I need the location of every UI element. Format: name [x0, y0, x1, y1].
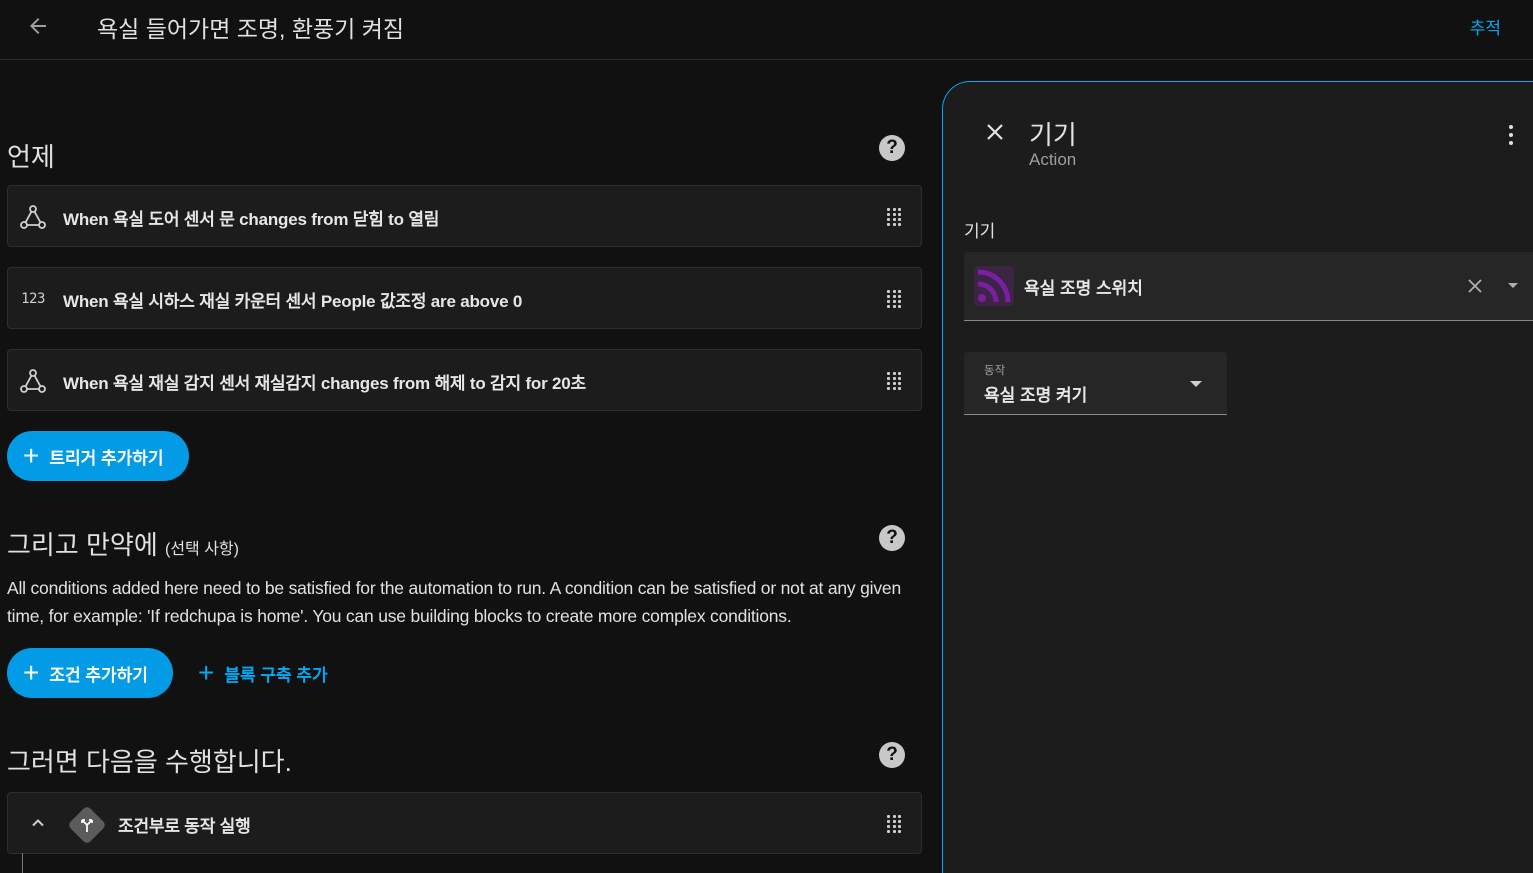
device-picker[interactable]: 욕실 조명 스위치 [964, 252, 1533, 321]
action-field-value: 욕실 조명 켜기 [984, 386, 1088, 405]
add-building-block-button[interactable]: + 블록 구축 추가 [198, 648, 328, 698]
triggers-help-icon[interactable]: ? [879, 135, 905, 161]
drag-handle-icon[interactable] [887, 208, 901, 226]
trigger-card[interactable]: When 욕실 도어 센서 문 changes from 닫힘 to 열림 [7, 185, 922, 247]
drag-handle-icon[interactable] [887, 815, 901, 833]
optional-label: (선택 사항) [164, 541, 239, 558]
top-app-bar: 욕실 들어가면 조명, 환풍기 켜짐 추적 [0, 0, 1533, 60]
state-trigger-icon [19, 203, 47, 231]
device-section-label: 기기 [964, 222, 996, 241]
trigger-label: When 욕실 재실 감지 센서 재실감지 changes from 해제 to… [63, 374, 586, 393]
trigger-label: When 욕실 도어 센서 문 changes from 닫힘 to 열림 [63, 210, 440, 229]
dropdown-arrow-icon[interactable] [1508, 283, 1518, 288]
action-side-panel: 기기 Action 기기 욕실 조명 스위치 동작 욕실 조명 켜기 [942, 81, 1533, 873]
back-arrow-icon[interactable] [22, 10, 54, 42]
trigger-card[interactable]: When 욕실 재실 감지 센서 재실감지 changes from 해제 to… [7, 349, 922, 411]
drag-handle-icon[interactable] [887, 290, 901, 308]
action-label: 조건부로 동작 실행 [118, 817, 251, 836]
actions-help-icon[interactable]: ? [879, 742, 905, 768]
device-name: 욕실 조명 스위치 [1024, 279, 1143, 298]
action-card[interactable]: 조건부로 동작 실행 [7, 792, 922, 854]
add-condition-button[interactable]: + 조건 추가하기 [7, 648, 173, 698]
track-button[interactable]: 추적 [1470, 14, 1501, 39]
state-trigger-icon [19, 367, 47, 395]
automation-editor: 언제 ? When 욕실 도어 센서 문 changes from 닫힘 to … [0, 61, 940, 873]
plus-icon: + [198, 657, 215, 688]
plus-icon: + [23, 657, 40, 688]
more-vert-icon[interactable] [1506, 122, 1516, 148]
conditions-section-title: 그리고 만약에 (선택 사항) [7, 530, 239, 560]
plus-icon: + [23, 440, 40, 471]
device-switch-icon [974, 266, 1014, 306]
page-title: 욕실 들어가면 조명, 환풍기 켜짐 [97, 16, 405, 42]
panel-title: 기기 [1029, 120, 1077, 150]
conditions-help-icon[interactable]: ? [879, 525, 905, 551]
chevron-up-icon[interactable] [28, 813, 48, 833]
trigger-card[interactable]: 123 When 욕실 시하스 재실 카운터 센서 People 값조정 are… [7, 267, 922, 329]
numeric-trigger-icon: 123 [21, 291, 45, 307]
actions-section-title: 그러면 다음을 수행합니다. [7, 747, 292, 777]
dropdown-arrow-icon [1190, 381, 1202, 387]
trigger-label: When 욕실 시하스 재실 카운터 센서 People 값조정 are abo… [63, 292, 523, 311]
choose-icon [67, 805, 107, 845]
panel-subtitle: Action [1029, 150, 1077, 169]
conditions-description: All conditions added here need to be sat… [7, 578, 901, 626]
add-trigger-button[interactable]: + 트리거 추가하기 [7, 431, 189, 481]
close-icon[interactable] [983, 120, 1007, 144]
action-tree-line [22, 853, 23, 873]
action-field-label: 동작 [984, 365, 1006, 377]
clear-icon[interactable] [1464, 275, 1486, 297]
drag-handle-icon[interactable] [887, 372, 901, 390]
action-select[interactable]: 동작 욕실 조명 켜기 [964, 352, 1227, 415]
triggers-section-title: 언제 [7, 142, 55, 172]
